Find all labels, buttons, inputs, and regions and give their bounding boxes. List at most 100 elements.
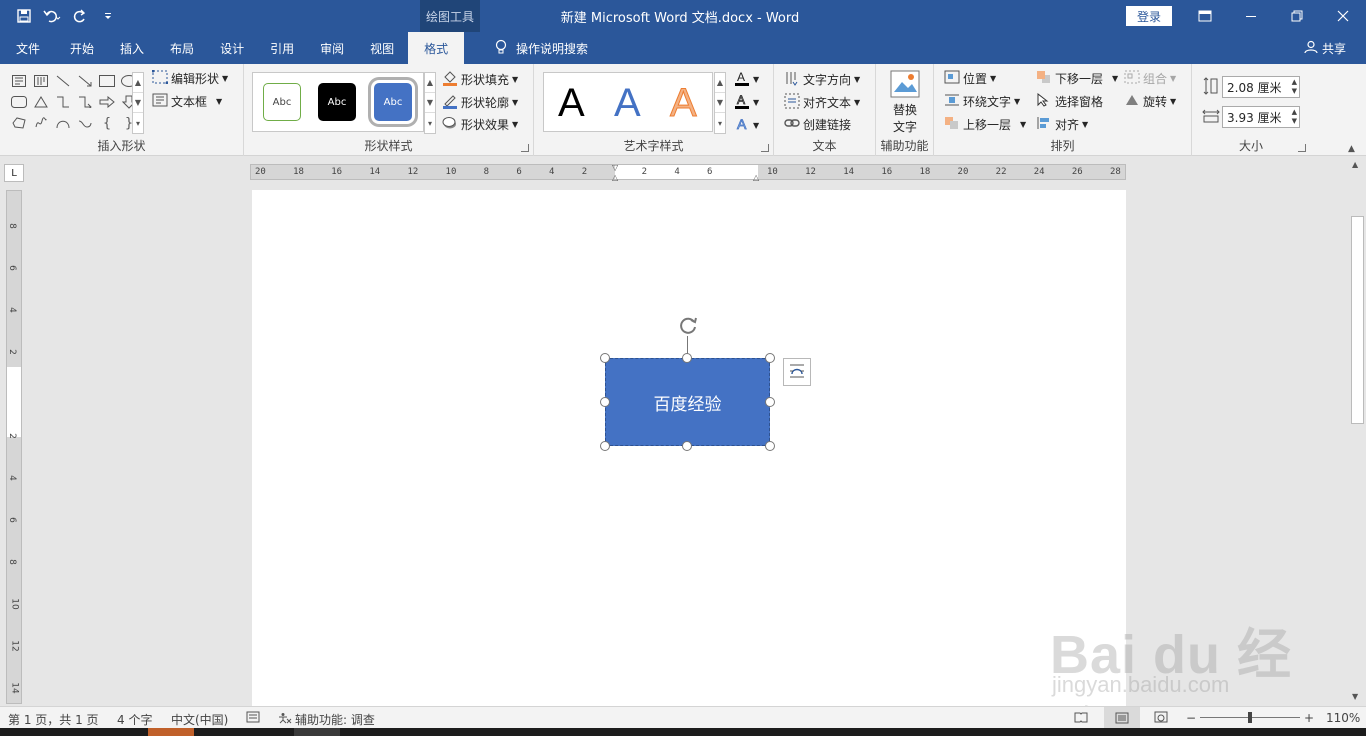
layout-options-button[interactable]	[783, 358, 811, 386]
tab-references[interactable]: 引用	[256, 32, 308, 64]
shape-style-black[interactable]: Abc	[318, 83, 356, 121]
elbow-arrow-shape-icon[interactable]	[76, 93, 94, 111]
scrollbar-thumb[interactable]	[1351, 216, 1364, 424]
tell-me-search[interactable]: 操作说明搜索	[494, 32, 588, 64]
position-button[interactable]: 位置 ▼	[944, 70, 996, 87]
text-outline-button[interactable]: A ▼	[734, 93, 759, 112]
tab-selector[interactable]: L	[4, 164, 24, 182]
scroll-down-icon[interactable]: ▼	[1352, 692, 1358, 701]
rectangle-shape-icon[interactable]	[98, 72, 116, 90]
macro-recording-icon[interactable]	[246, 711, 260, 726]
minimize-icon[interactable]	[1228, 0, 1274, 32]
tab-file[interactable]: 文件	[0, 32, 56, 64]
text-fill-button[interactable]: A ▼	[734, 70, 759, 89]
wordart-style-black[interactable]: A	[558, 81, 585, 126]
shape-width-input[interactable]: 3.93 厘米 ▲ ▼	[1222, 106, 1300, 128]
height-spinner-icon[interactable]: ▲ ▼	[1292, 78, 1297, 96]
vertical-scrollbar[interactable]: ▲ ▼	[1350, 158, 1366, 706]
print-layout-button[interactable]	[1104, 707, 1140, 729]
scroll-up-icon[interactable]: ▲	[133, 73, 143, 93]
zoom-slider-thumb[interactable]	[1248, 712, 1252, 723]
undo-icon[interactable]	[40, 4, 64, 28]
save-icon[interactable]	[12, 4, 36, 28]
wordart-style-orange[interactable]: A	[670, 81, 698, 126]
shape-fill-button[interactable]: 形状填充 ▼	[442, 70, 518, 89]
resize-handle-top-right[interactable]	[765, 353, 775, 363]
horizontal-ruler[interactable]: 20 18 16 14 12 10 8 6 4 2 2 4 6 10 12 14 16 18 20 22 24 26 28 …	[250, 163, 1126, 182]
text-effects-button[interactable]: A ▼	[734, 116, 760, 135]
wave-shape-icon[interactable]	[76, 114, 94, 132]
shape-styles-scroll[interactable]: ▲ ▼ ▾	[424, 72, 436, 134]
wrap-text-button[interactable]: 环绕文字 ▼	[944, 93, 1020, 110]
tab-home[interactable]: 开始	[56, 32, 108, 64]
freeform-shape-icon[interactable]	[10, 114, 28, 132]
ribbon-display-options-icon[interactable]	[1182, 0, 1228, 32]
dialog-launcher-icon[interactable]	[521, 144, 529, 152]
rounded-rectangle-shape-icon[interactable]	[10, 93, 28, 111]
accessibility-checker[interactable]: 辅助功能: 调查	[278, 711, 375, 728]
width-spinner-icon[interactable]: ▲ ▼	[1292, 108, 1297, 126]
create-link-button[interactable]: 创建链接	[784, 116, 851, 133]
resize-handle-left[interactable]	[600, 397, 610, 407]
scroll-down-icon[interactable]: ▼	[133, 93, 143, 113]
triangle-shape-icon[interactable]	[32, 93, 50, 111]
resize-handle-bottom-left[interactable]	[600, 441, 610, 451]
resize-handle-bottom-right[interactable]	[765, 441, 775, 451]
collapse-ribbon-icon[interactable]: ▲	[1348, 144, 1355, 154]
shape-text[interactable]: 百度经验	[654, 390, 722, 415]
textbox-shape-icon[interactable]	[10, 72, 28, 90]
text-box-button[interactable]: 文本框 ▼	[152, 93, 222, 110]
first-line-indent-icon[interactable]: ▽	[612, 163, 618, 172]
right-arrow-shape-icon[interactable]	[98, 93, 116, 111]
redo-icon[interactable]	[68, 4, 92, 28]
dialog-launcher-icon[interactable]	[1298, 144, 1306, 152]
edit-shape-button[interactable]: 编辑形状 ▼	[151, 69, 228, 87]
elbow-connector-shape-icon[interactable]	[54, 93, 72, 111]
align-text-button[interactable]: 对齐文本 ▼	[784, 93, 860, 112]
shape-style-outline[interactable]: Abc	[263, 83, 301, 121]
vertical-ruler[interactable]: 8 6 4 2 2 4 6 8 10 12 14	[6, 190, 22, 704]
rotate-button[interactable]: 旋转 ▼	[1124, 93, 1176, 110]
arc-shape-icon[interactable]	[54, 114, 72, 132]
tab-review[interactable]: 审阅	[308, 32, 356, 64]
right-indent-icon[interactable]: △	[753, 173, 759, 182]
group-objects-button[interactable]: 组合 ▼	[1124, 70, 1176, 87]
line-shape-icon[interactable]	[54, 72, 72, 90]
zoom-level[interactable]: 110%	[1326, 711, 1360, 725]
alt-text-button[interactable]: 替换 文字	[890, 70, 920, 135]
word-count[interactable]: 4 个字	[117, 711, 152, 728]
close-icon[interactable]	[1320, 0, 1366, 32]
shapes-gallery-scroll[interactable]: ▲ ▼ ▾	[132, 72, 144, 134]
rotate-handle-icon[interactable]	[677, 314, 699, 336]
zoom-in-icon[interactable]: +	[1304, 711, 1314, 725]
resize-handle-top[interactable]	[682, 353, 692, 363]
page-count[interactable]: 第 1 页，共 1 页	[8, 711, 99, 728]
scroll-down-icon[interactable]: ▼	[715, 93, 725, 113]
restore-icon[interactable]	[1274, 0, 1320, 32]
scroll-up-icon[interactable]: ▲	[425, 73, 435, 93]
tab-layout[interactable]: 布局	[156, 32, 208, 64]
gallery-more-icon[interactable]: ▾	[715, 113, 725, 133]
scroll-up-icon[interactable]: ▲	[715, 73, 725, 93]
taskbar-app-indicator[interactable]	[294, 728, 340, 736]
gallery-more-icon[interactable]: ▾	[133, 113, 143, 133]
tab-format[interactable]: 格式	[408, 32, 465, 64]
shape-effects-button[interactable]: 形状效果 ▼	[442, 116, 518, 133]
scroll-down-icon[interactable]: ▼	[425, 93, 435, 113]
vertical-textbox-shape-icon[interactable]	[32, 72, 50, 90]
left-brace-shape-icon[interactable]: {	[98, 114, 116, 132]
tab-insert[interactable]: 插入	[108, 32, 156, 64]
resize-handle-bottom[interactable]	[682, 441, 692, 451]
arrow-line-shape-icon[interactable]	[76, 72, 94, 90]
shape-outline-button[interactable]: 形状轮廓 ▼	[442, 93, 518, 112]
wordart-gallery-scroll[interactable]: ▲ ▼ ▾	[714, 72, 726, 134]
login-button[interactable]: 登录	[1126, 6, 1172, 26]
send-backward-button[interactable]: 下移一层 ▼	[1036, 70, 1118, 87]
selected-rectangle-shape[interactable]: 百度经验	[605, 358, 770, 446]
web-layout-icon[interactable]	[1154, 711, 1168, 726]
resize-handle-right[interactable]	[765, 397, 775, 407]
gallery-more-icon[interactable]: ▾	[425, 113, 435, 133]
left-indent-icon[interactable]: △	[612, 173, 618, 182]
scroll-up-icon[interactable]: ▲	[1352, 160, 1358, 169]
tab-design[interactable]: 设计	[208, 32, 256, 64]
